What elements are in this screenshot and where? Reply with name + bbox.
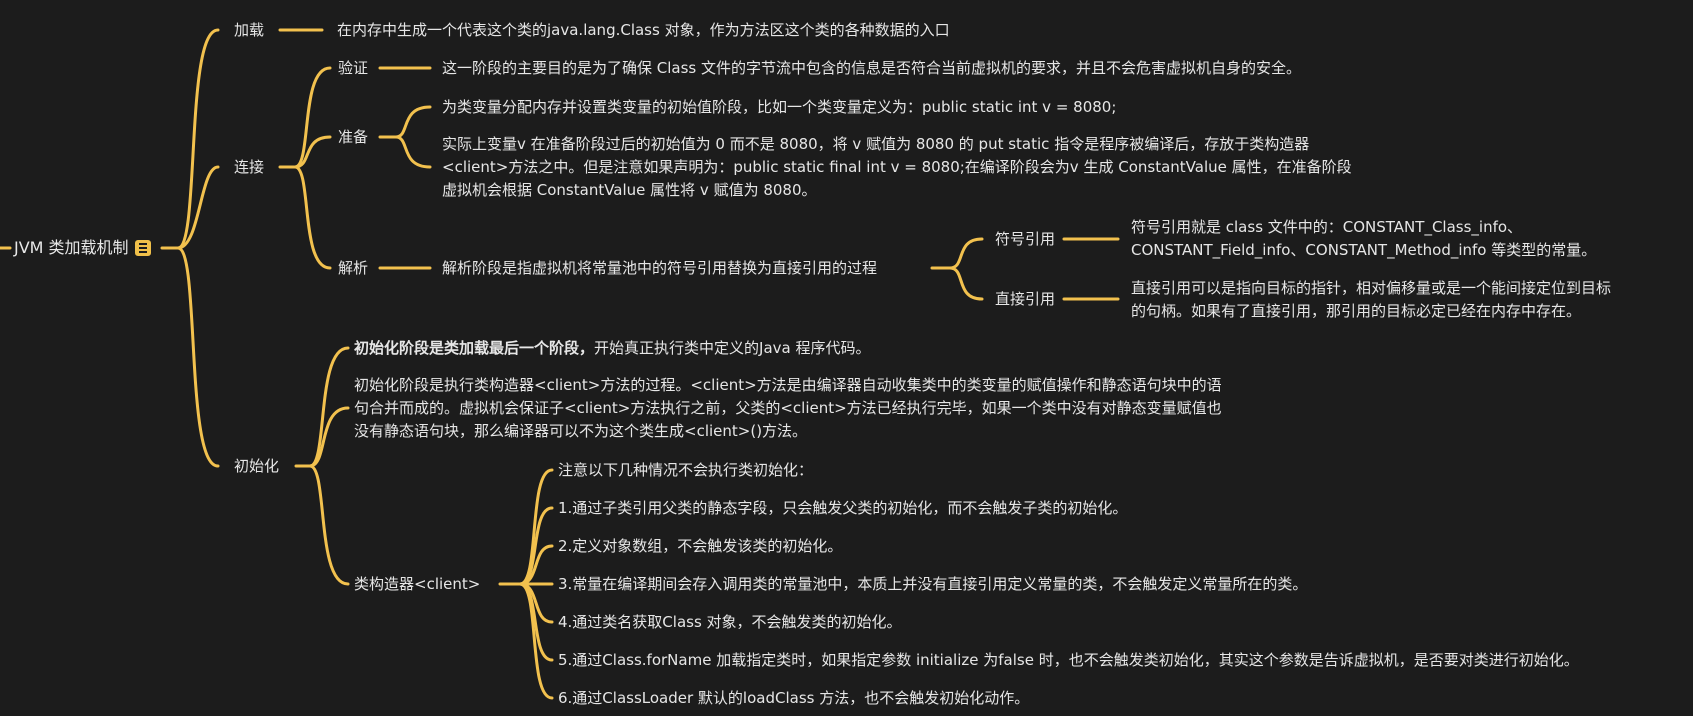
clinit-note-3[interactable]: 3.常量在编译期间会存入调用类的常量池中，本质上并没有直接引用定义常量的类，不会… (558, 573, 1307, 596)
init-item-2-line2: 句合并而成的。虚拟机会保证子<client>方法执行之前，父类的<client>… (354, 399, 1222, 417)
direct-ref-line1: 直接引用可以是指向目标的指针，相对偏移量或是一个能间接定位到目标 (1131, 279, 1612, 297)
node-load[interactable]: 加载 (234, 19, 264, 42)
prepare-desc-2[interactable]: 实际上变量v 在准备阶段过后的初始值为 0 而不是 8080，将 v 赋值为 8… (442, 133, 1352, 202)
clinit-note-1[interactable]: 1.通过子类引用父类的静态字段，只会触发父类的初始化，而不会触发子类的初始化。 (558, 497, 1127, 520)
node-resolve[interactable]: 解析 (338, 257, 368, 280)
node-class-constructor[interactable]: 类构造器<client> (354, 573, 480, 596)
init-item-2[interactable]: 初始化阶段是执行类构造器<client>方法的过程。<client>方法是由编译… (354, 374, 1222, 443)
init-item-1-rest: 开始真正执行类中定义的Java 程序代码。 (594, 339, 871, 357)
init-item-1-bold: 初始化阶段是类加载最后一个阶段， (354, 339, 595, 357)
node-direct-ref[interactable]: 直接引用 (995, 288, 1055, 311)
prepare-desc-2-line1: 实际上变量v 在准备阶段过后的初始值为 0 而不是 8080，将 v 赋值为 8… (442, 135, 1310, 153)
clinit-note-5[interactable]: 5.通过Class.forName 加载指定类时，如果指定参数 initiali… (558, 649, 1579, 672)
symbolic-ref-line2: CONSTANT_Field_info、CONSTANT_Method_info… (1131, 241, 1597, 259)
init-item-2-line1: 初始化阶段是执行类构造器<client>方法的过程。<client>方法是由编译… (354, 376, 1222, 394)
clinit-note-2[interactable]: 2.定义对象数组，不会触发该类的初始化。 (558, 535, 842, 558)
resolve-desc[interactable]: 解析阶段是指虚拟机将常量池中的符号引用替换为直接引用的过程 (442, 257, 877, 280)
note-icon[interactable] (134, 240, 151, 256)
node-link[interactable]: 连接 (234, 156, 264, 179)
root-node[interactable]: JVM 类加载机制 (14, 236, 151, 260)
clinit-note-0[interactable]: 注意以下几种情况不会执行类初始化： (558, 459, 813, 482)
load-desc[interactable]: 在内存中生成一个代表这个类的java.lang.Class 对象，作为方法区这个… (337, 19, 950, 42)
node-init[interactable]: 初始化 (234, 455, 279, 478)
root-label: JVM 类加载机制 (14, 238, 129, 257)
node-verify[interactable]: 验证 (338, 57, 368, 80)
verify-desc[interactable]: 这一阶段的主要目的是为了确保 Class 文件的字节流中包含的信息是否符合当前虚… (442, 57, 1301, 80)
prepare-desc-2-line2: <client>方法之中。但是注意如果声明为：public static fin… (442, 158, 1352, 176)
init-item-1[interactable]: 初始化阶段是类加载最后一个阶段，开始真正执行类中定义的Java 程序代码。 (354, 337, 870, 360)
prepare-desc-1[interactable]: 为类变量分配内存并设置类变量的初始值阶段，比如一个类变量定义为：public s… (442, 96, 1116, 119)
symbolic-ref-desc[interactable]: 符号引用就是 class 文件中的：CONSTANT_Class_info、 C… (1131, 216, 1596, 262)
node-symbolic-ref[interactable]: 符号引用 (995, 228, 1055, 251)
clinit-note-4[interactable]: 4.通过类名获取Class 对象，不会触发类的初始化。 (558, 611, 902, 634)
symbolic-ref-line1: 符号引用就是 class 文件中的：CONSTANT_Class_info、 (1131, 218, 1523, 236)
clinit-note-6[interactable]: 6.通过ClassLoader 默认的loadClass 方法，也不会触发初始化… (558, 687, 1029, 710)
prepare-desc-2-line3: 虚拟机会根据 ConstantValue 属性将 v 赋值为 8080。 (442, 181, 817, 199)
init-item-2-line3: 没有静态语句块，那么编译器可以不为这个类生成<client>()方法。 (354, 422, 808, 440)
node-prepare[interactable]: 准备 (338, 126, 368, 149)
direct-ref-desc[interactable]: 直接引用可以是指向目标的指针，相对偏移量或是一个能间接定位到目标 的句柄。如果有… (1131, 277, 1611, 323)
direct-ref-line2: 的句柄。如果有了直接引用，那引用的目标必定已经在内存中存在。 (1131, 302, 1582, 320)
